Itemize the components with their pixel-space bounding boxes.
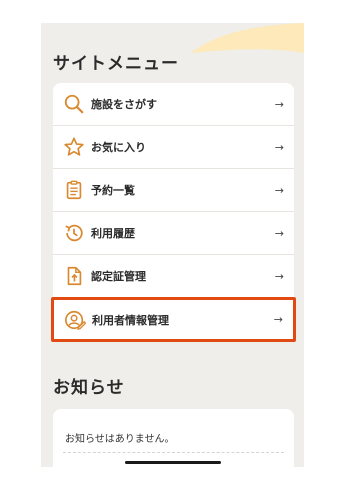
menu-item-favorites[interactable]: お気に入り →: [53, 126, 294, 169]
site-menu-list: 施設をさがす → お気に入り → 予約一覧 → 利用履歴 → 認定証管理 → 利…: [51, 83, 296, 342]
arrow-right-icon: →: [274, 97, 284, 111]
menu-item-label: 施設をさがす: [91, 98, 157, 111]
arrow-right-icon: →: [274, 140, 284, 154]
app-screen: サイトメニュー 施設をさがす → お気に入り → 予約一覧 → 利用履歴 → 認…: [41, 23, 304, 467]
menu-item-usage-history[interactable]: 利用履歴 →: [53, 212, 294, 255]
clipboard-list-icon: [63, 179, 85, 201]
certificate-upload-icon: [63, 265, 85, 287]
menu-item-label: お気に入り: [91, 141, 146, 154]
menu-item-user-info-management[interactable]: 利用者情報管理 →: [51, 297, 296, 342]
arrow-right-icon: →: [274, 269, 284, 283]
arrow-right-icon: →: [273, 313, 283, 326]
user-edit-icon: [64, 309, 86, 331]
history-icon: [63, 222, 85, 244]
arrow-right-icon: →: [274, 226, 284, 240]
notice-title: お知らせ: [53, 378, 125, 398]
menu-item-label: 認定証管理: [91, 270, 146, 283]
menu-item-facility-search[interactable]: 施設をさがす →: [53, 83, 294, 126]
notice-empty-message: お知らせはありません。: [65, 434, 175, 445]
menu-item-certificate-management[interactable]: 認定証管理 →: [53, 255, 294, 298]
search-icon: [63, 93, 85, 115]
star-icon: [63, 136, 85, 158]
notice-card: お知らせはありません。: [53, 409, 294, 467]
menu-item-reservations[interactable]: 予約一覧 →: [53, 169, 294, 212]
arrow-right-icon: →: [274, 183, 284, 197]
menu-item-label: 利用履歴: [91, 227, 135, 240]
menu-item-label: 予約一覧: [91, 184, 135, 197]
notice-divider: [63, 452, 284, 453]
home-indicator[interactable]: [125, 461, 221, 464]
menu-item-label: 利用者情報管理: [92, 313, 169, 327]
site-menu-title: サイトメニュー: [53, 54, 179, 74]
